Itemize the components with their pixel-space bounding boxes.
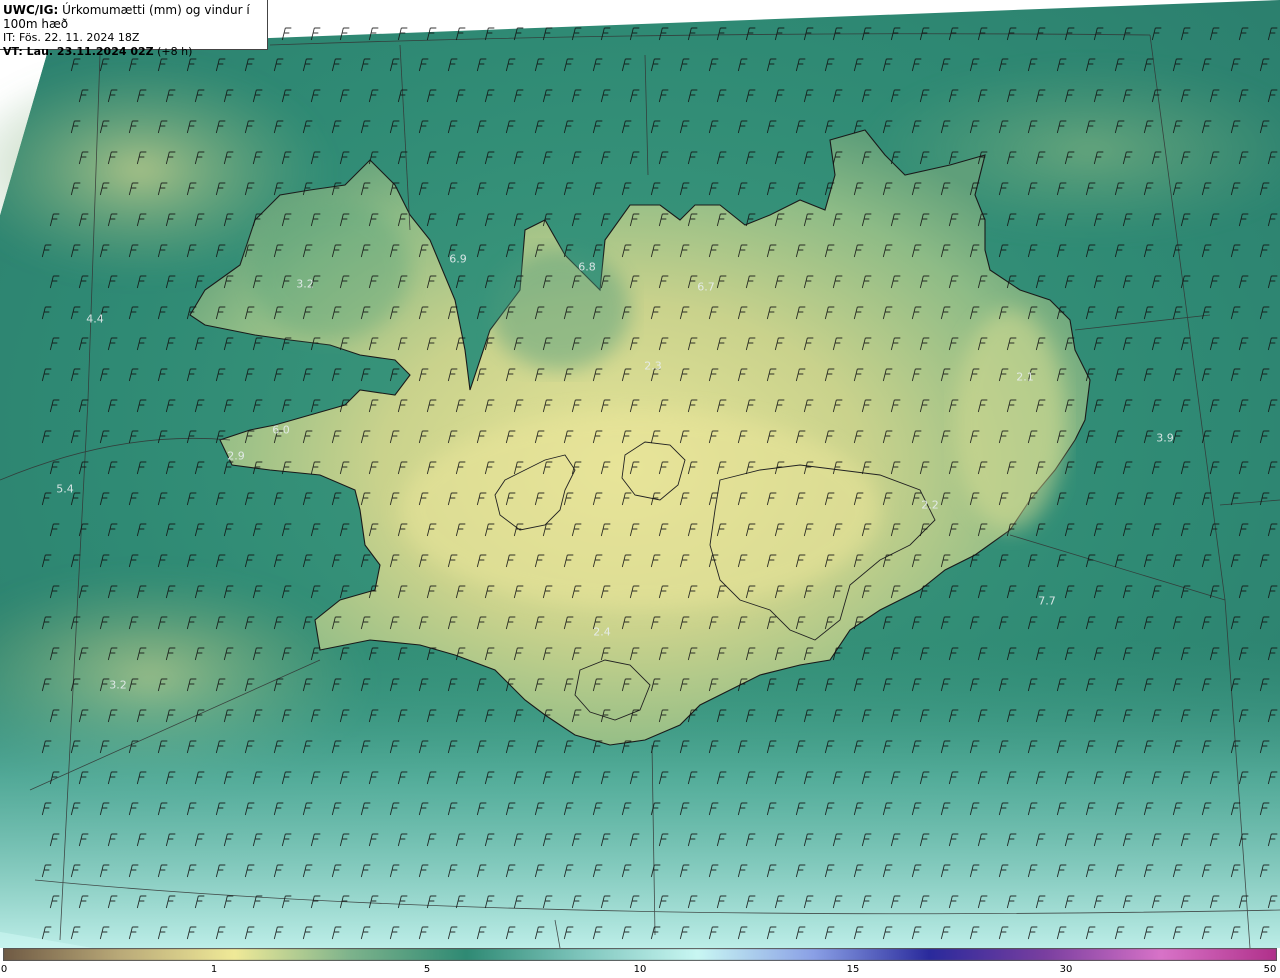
- colorbar-tick: 50: [1263, 964, 1277, 975]
- valid-time: VT: Lau. 23.11.2024 02Z (+8 h): [3, 45, 267, 59]
- point-label: 6.7: [697, 280, 715, 294]
- colorbar-tick: 10: [633, 964, 647, 975]
- colorbar-tick: 0: [0, 964, 8, 975]
- colorbar-tick: 1: [210, 964, 218, 975]
- point-label: 5.4: [56, 482, 74, 496]
- product-code: UWC/IG:: [3, 3, 59, 17]
- terrain-westfjords: [250, 200, 410, 340]
- point-label: 2.3: [644, 359, 662, 373]
- point-label: 3.9: [1156, 431, 1174, 445]
- point-label: 3.2: [296, 277, 314, 291]
- forecast-hour: (+8 h): [153, 45, 193, 58]
- weather-map: [0, 0, 1280, 948]
- terrain-highlands: [400, 410, 880, 610]
- point-label: 4.4: [86, 312, 104, 326]
- initial-time: IT: Fös. 22. 11. 2024 18Z: [3, 31, 140, 44]
- colorbar-tick: 30: [1059, 964, 1073, 975]
- point-label: 6.8: [578, 260, 596, 274]
- point-label: 2.9: [227, 449, 245, 463]
- point-label: 2.2: [921, 498, 939, 512]
- colorbar-scale: [3, 948, 1277, 961]
- map-title: UWC/IG: Úrkomumætti (mm) og vindur í 100…: [3, 3, 267, 31]
- point-label: 3.2: [109, 678, 127, 692]
- valid-time-label: VT: Lau. 23.11.2024 02Z: [3, 45, 154, 58]
- point-label: 6.9: [449, 252, 467, 266]
- point-label: 7.7: [1038, 594, 1056, 608]
- colorbar-tick: 5: [423, 964, 431, 975]
- terrain-north: [490, 250, 630, 370]
- point-label: 6.0: [272, 423, 290, 437]
- colorbar: 0 1 5 10 15 30 50: [0, 948, 1280, 978]
- colorbar-tick: 15: [846, 964, 860, 975]
- map-info-box: UWC/IG: Úrkomumætti (mm) og vindur í 100…: [0, 0, 268, 58]
- point-label: 2.1: [1016, 370, 1034, 384]
- point-label: 2.4: [593, 625, 611, 639]
